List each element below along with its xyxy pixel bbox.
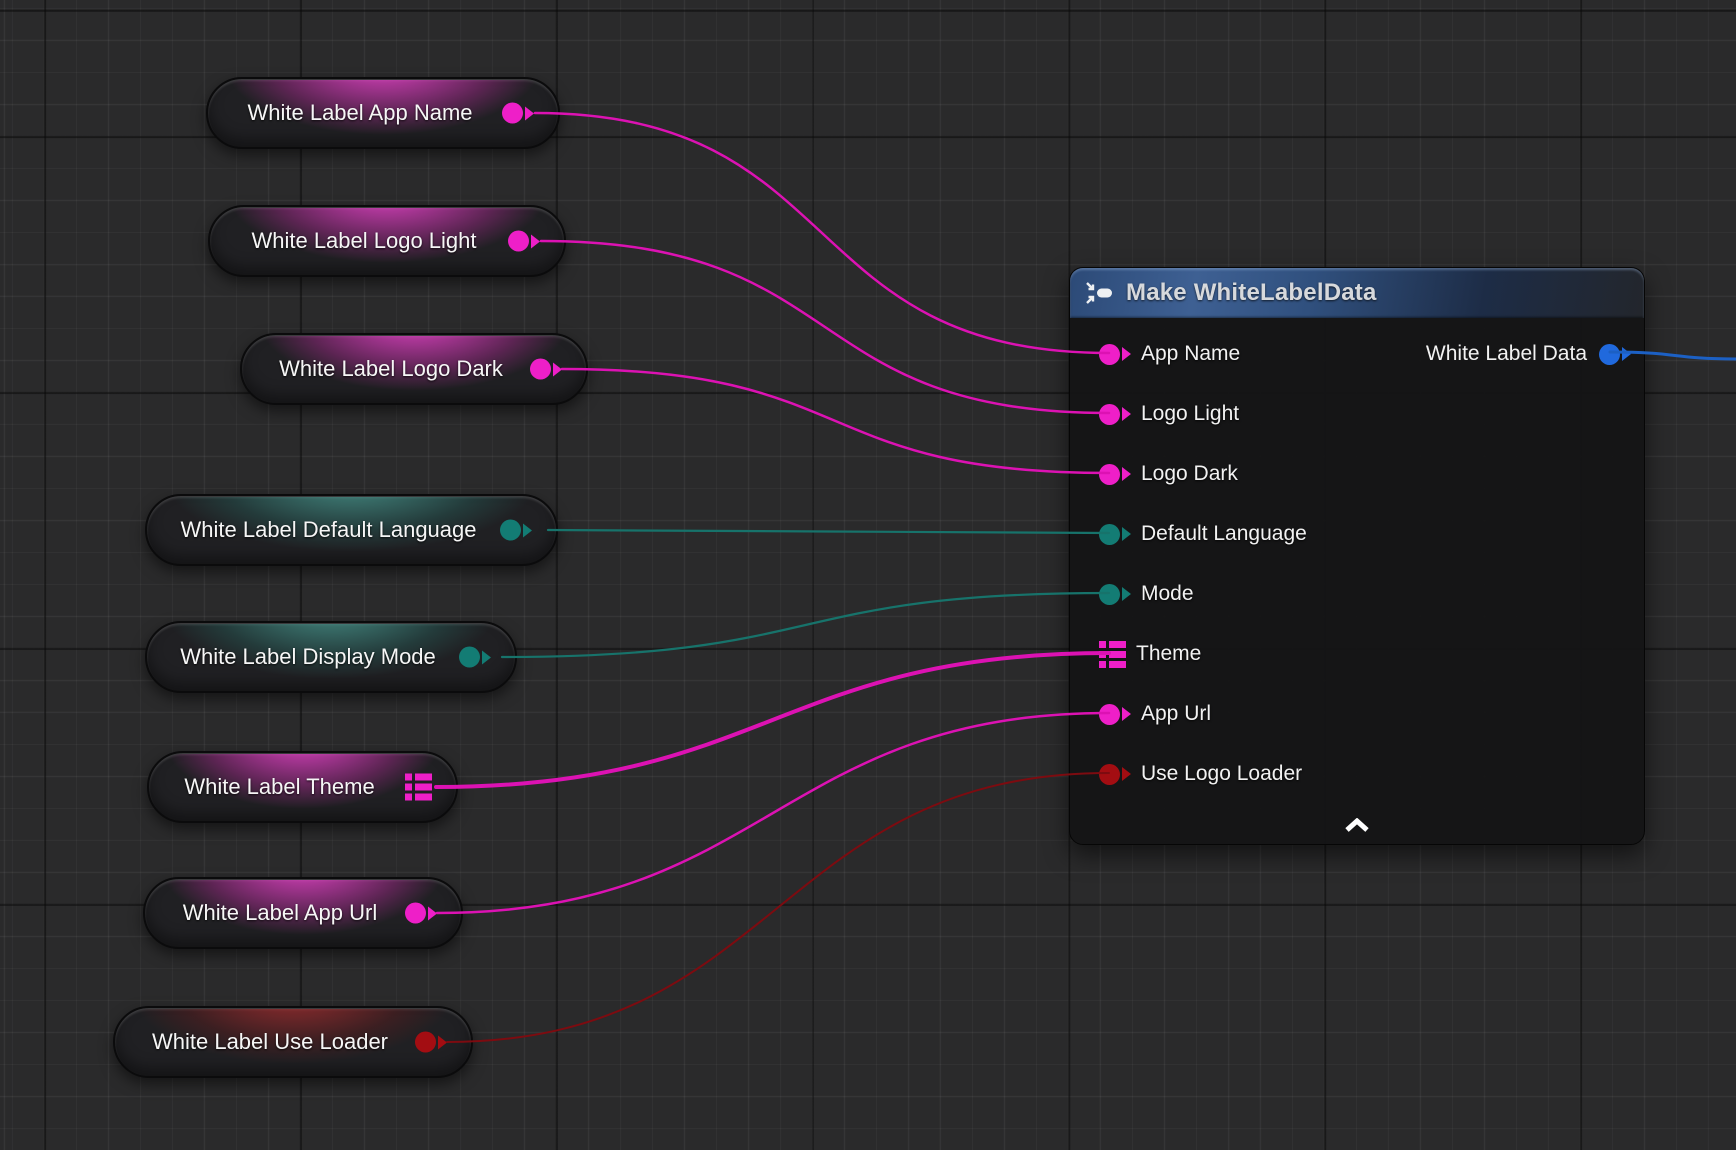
output-pin-struct[interactable] [1599,344,1631,365]
output-pin-bool[interactable] [415,1032,447,1053]
pin-label: Mode [1141,582,1194,606]
struct-grid-icon [405,774,432,801]
wire-logo-dark[interactable] [562,369,1109,473]
pin-arrow-icon [523,523,532,537]
chevron-up-icon [1343,818,1371,833]
pin-arrow-icon [1622,347,1631,361]
make-struct-icon [1084,280,1114,306]
node-make-whitelabeldata[interactable]: Make WhiteLabelData App Name Logo Light … [1069,267,1645,845]
node-white-label-use-loader[interactable]: White Label Use Loader [113,1006,473,1078]
pin-arrow-icon [438,1035,447,1049]
pin-circle [530,359,551,380]
node-title: Make WhiteLabelData [1126,279,1377,307]
node-header[interactable]: Make WhiteLabelData [1070,268,1644,318]
node-label: White Label Default Language [181,517,477,543]
node-label: White Label App Url [183,900,377,926]
pin-arrow-icon [1122,347,1131,361]
pin-label: App Url [1141,702,1211,726]
node-label: White Label Theme [184,774,374,800]
pin-label: Use Logo Loader [1141,762,1302,786]
output-pin-struct[interactable] [405,774,432,801]
pin-arrow-icon [428,906,437,920]
node-label: White Label Logo Light [251,228,476,254]
blueprint-graph-canvas[interactable]: White Label App Name White Label Logo Li… [0,0,1736,1150]
pin-label: Theme [1136,642,1201,666]
pin-circle [415,1032,436,1053]
pin-circle [500,520,521,541]
pin-circle [459,647,480,668]
pin-arrow-icon [531,234,540,248]
node-white-label-theme[interactable]: White Label Theme [147,751,458,823]
input-row-app-url: App Url [1070,684,1644,744]
collapse-pins-button[interactable] [1335,812,1379,838]
pin-label: Logo Dark [1141,462,1238,486]
input-row-mode: Mode [1070,564,1644,624]
pin-arrow-icon [1122,707,1131,721]
pin-label: App Name [1141,342,1240,366]
pin-circle [508,231,529,252]
wire-display-mode[interactable] [502,593,1109,657]
output-pin-string[interactable] [405,903,437,924]
node-white-label-display-mode[interactable]: White Label Display Mode [145,621,517,693]
node-label: White Label Logo Dark [279,356,503,382]
node-label: White Label Display Mode [180,644,436,670]
pin-arrow-icon [1122,587,1131,601]
input-row-theme: Theme [1070,624,1644,684]
pin-arrow-icon [553,362,562,376]
wire-app-url[interactable] [437,713,1109,913]
pin-label: Default Language [1141,522,1307,546]
input-row-use-logo-loader: Use Logo Loader [1070,744,1644,804]
output-pin-string[interactable] [508,231,540,252]
node-white-label-app-name[interactable]: White Label App Name [206,77,560,149]
node-white-label-logo-dark[interactable]: White Label Logo Dark [240,333,588,405]
input-row-logo-dark: Logo Dark [1070,444,1644,504]
node-label: White Label App Name [247,100,472,126]
wire-logo-light[interactable] [541,241,1109,413]
node-white-label-app-url[interactable]: White Label App Url [143,877,463,949]
pin-arrow-icon [1122,767,1131,781]
pin-arrow-icon [525,106,534,120]
node-label: White Label Use Loader [152,1029,388,1055]
pin-circle [405,903,426,924]
node-white-label-default-language[interactable]: White Label Default Language [145,494,558,566]
node-white-label-logo-light[interactable]: White Label Logo Light [208,205,566,277]
output-pin-enum[interactable] [459,647,491,668]
pin-arrow-icon [482,650,491,664]
wire-app-name[interactable] [535,113,1109,353]
input-row-logo-light: Logo Light [1070,384,1644,444]
input-row-default-language: Default Language [1070,504,1644,564]
output-row-white-label-data: White Label Data [1426,324,1644,384]
pin-label: Logo Light [1141,402,1239,426]
pin-label: White Label Data [1426,342,1587,366]
pin-arrow-icon [1122,407,1131,421]
wire-default-language[interactable] [548,530,1109,533]
output-pin-enum[interactable] [500,520,532,541]
pin-arrow-icon [1122,467,1131,481]
wire-use-loader[interactable] [447,773,1109,1042]
pin-circle [1599,344,1620,365]
output-pin-string[interactable] [502,103,534,124]
output-pin-string[interactable] [530,359,562,380]
pin-arrow-icon [1122,527,1131,541]
pin-circle [502,103,523,124]
